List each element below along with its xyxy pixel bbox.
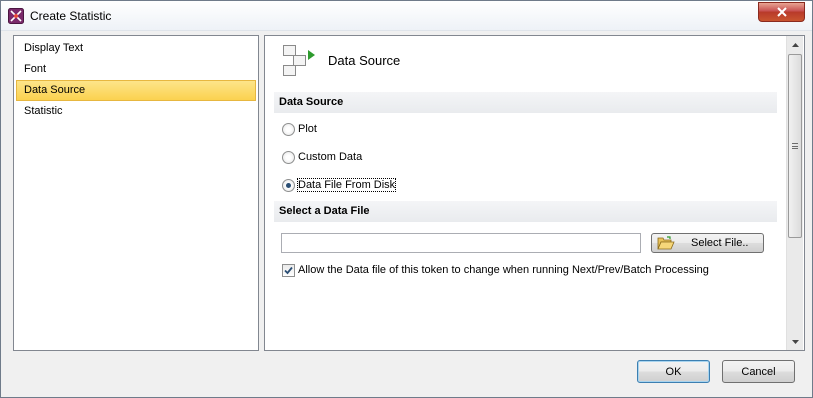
data-file-path-input[interactable] bbox=[281, 233, 641, 253]
option-plot-label[interactable]: Plot bbox=[298, 123, 317, 135]
select-file-button[interactable]: Select File.. bbox=[651, 233, 764, 253]
select-file-label: Select File.. bbox=[691, 237, 749, 249]
nav-item-data-source[interactable]: Data Source bbox=[16, 80, 256, 101]
grip-icon bbox=[792, 143, 798, 149]
settings-panel: Data Source Data Source Plot Custom Data… bbox=[264, 35, 805, 351]
chevron-down-icon bbox=[792, 339, 799, 344]
close-button[interactable] bbox=[758, 2, 805, 22]
scroll-down-button[interactable] bbox=[787, 333, 804, 350]
title-bar[interactable]: Create Statistic bbox=[1, 1, 812, 31]
chevron-up-icon bbox=[792, 42, 799, 47]
radio-custom-data[interactable] bbox=[282, 150, 295, 164]
nav-item-statistic[interactable]: Statistic bbox=[16, 101, 256, 122]
checkmark-icon bbox=[284, 266, 293, 274]
section-header-data-source: Data Source bbox=[274, 92, 777, 113]
option-custom-data[interactable]: Custom Data bbox=[282, 149, 362, 165]
option-custom-data-label[interactable]: Custom Data bbox=[298, 151, 362, 163]
option-plot[interactable]: Plot bbox=[282, 121, 317, 137]
window-title: Create Statistic bbox=[30, 9, 112, 23]
option-data-file-from-disk[interactable]: Data File From Disk bbox=[282, 177, 397, 193]
close-icon bbox=[776, 7, 787, 17]
radio-plot[interactable] bbox=[282, 122, 295, 136]
allow-change-option[interactable]: Allow the Data file of this token to cha… bbox=[282, 262, 709, 278]
panel-title: Data Source bbox=[328, 53, 401, 68]
create-statistic-dialog: Create Statistic Display Text Font Data … bbox=[0, 0, 813, 398]
cancel-button[interactable]: Cancel bbox=[722, 360, 795, 383]
ok-button[interactable]: OK bbox=[637, 360, 710, 383]
radio-data-file-from-disk[interactable] bbox=[282, 178, 295, 192]
scroll-up-button[interactable] bbox=[787, 36, 804, 53]
data-source-icon bbox=[283, 45, 315, 76]
scroll-thumb[interactable] bbox=[788, 54, 802, 238]
allow-change-checkbox[interactable] bbox=[282, 263, 295, 277]
option-data-file-from-disk-label[interactable]: Data File From Disk bbox=[296, 178, 397, 192]
vertical-scrollbar[interactable] bbox=[786, 36, 803, 350]
category-list: Display Text Font Data Source Statistic bbox=[13, 35, 259, 351]
fcs-express-icon bbox=[8, 8, 24, 24]
open-folder-icon bbox=[657, 236, 675, 250]
nav-item-font[interactable]: Font bbox=[16, 59, 256, 80]
allow-change-label[interactable]: Allow the Data file of this token to cha… bbox=[298, 264, 709, 276]
section-header-select-file: Select a Data File bbox=[274, 201, 777, 222]
nav-item-display-text[interactable]: Display Text bbox=[16, 38, 256, 59]
